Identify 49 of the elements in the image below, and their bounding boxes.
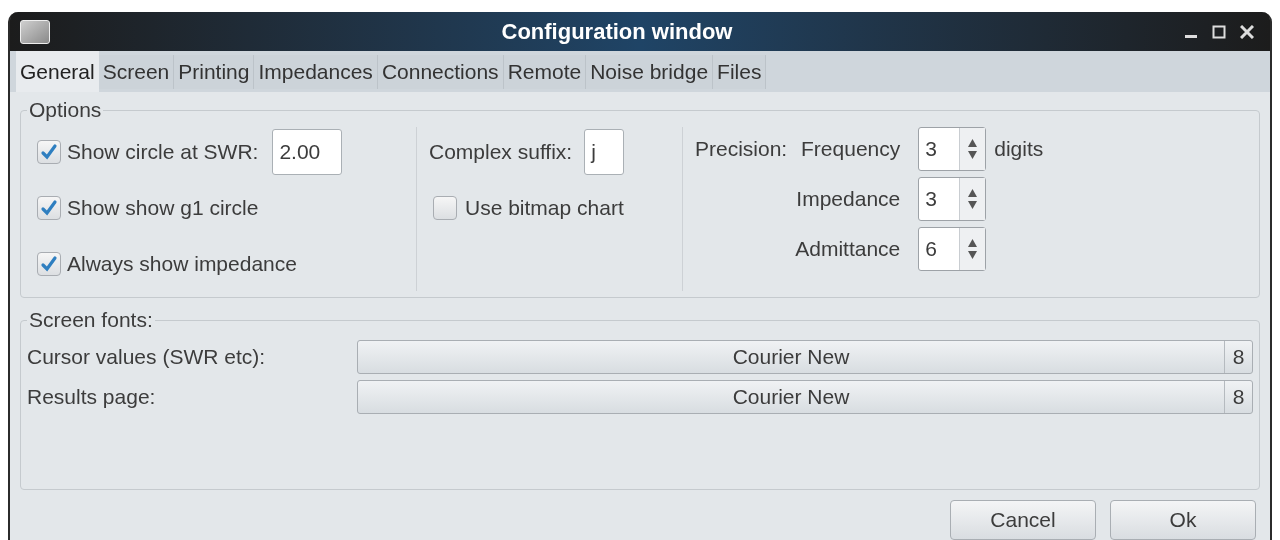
up-arrow-icon (968, 139, 978, 147)
precision-row-label: Admittance (795, 236, 902, 263)
spin-arrows[interactable] (959, 228, 986, 270)
dialog-button[interactable]: Cancel (950, 500, 1096, 540)
spin-box[interactable]: 3 (918, 127, 987, 171)
checkbox[interactable] (37, 196, 61, 220)
window-title: Configuration window (500, 18, 734, 46)
font-button[interactable]: Courier New 8 (357, 340, 1253, 374)
dialog-button[interactable]: Ok (1110, 500, 1256, 540)
checkbox[interactable] (37, 252, 61, 276)
checkmark-icon (40, 143, 58, 161)
down-arrow-icon (968, 201, 978, 209)
spin-value: 6 (924, 236, 938, 263)
down-arrow-icon (968, 251, 978, 259)
font-name: Courier New (731, 344, 851, 371)
spin-arrows[interactable] (959, 128, 986, 170)
down-arrow-icon (968, 151, 978, 159)
checkmark-icon (40, 255, 58, 273)
spin-box[interactable]: 3 (918, 177, 987, 221)
unit-label: digits (994, 136, 1044, 163)
checkbox-label: Use bitmap chart (465, 195, 624, 222)
swr-field[interactable]: 2.00 (272, 129, 343, 175)
precision-row-label: Frequency (800, 136, 902, 163)
font-label: Cursor values (SWR etc): (27, 344, 267, 371)
checkbox-label: Show show g1 circle (67, 195, 259, 222)
checkbox[interactable] (433, 196, 457, 220)
font-label: Results page: (27, 384, 157, 411)
font-size: 8 (1224, 341, 1252, 373)
font-size: 8 (1224, 381, 1252, 413)
maximize-icon[interactable] (1212, 24, 1226, 39)
spin-value: 3 (924, 136, 938, 163)
checkbox[interactable] (37, 140, 61, 164)
spin-arrows[interactable] (959, 178, 986, 220)
up-arrow-icon (968, 189, 978, 197)
tab[interactable]: General (16, 51, 99, 92)
suffix-field[interactable]: j (584, 129, 625, 175)
spin-box[interactable]: 6 (918, 227, 987, 271)
up-arrow-icon (968, 239, 978, 247)
spin-value: 3 (924, 186, 938, 213)
precision-row-label: Impedance (795, 186, 902, 213)
font-name: Courier New (731, 384, 851, 411)
checkmark-icon (40, 199, 58, 217)
app-icon (20, 19, 50, 44)
precision-label: Precision: (695, 136, 788, 163)
font-button[interactable]: Courier New 8 (357, 380, 1253, 414)
field-label: Complex suffix: (429, 139, 573, 166)
checkbox-label: Show circle at SWR: (67, 139, 259, 166)
checkbox-label: Always show impedance (67, 251, 297, 278)
close-icon[interactable] (1240, 24, 1254, 39)
